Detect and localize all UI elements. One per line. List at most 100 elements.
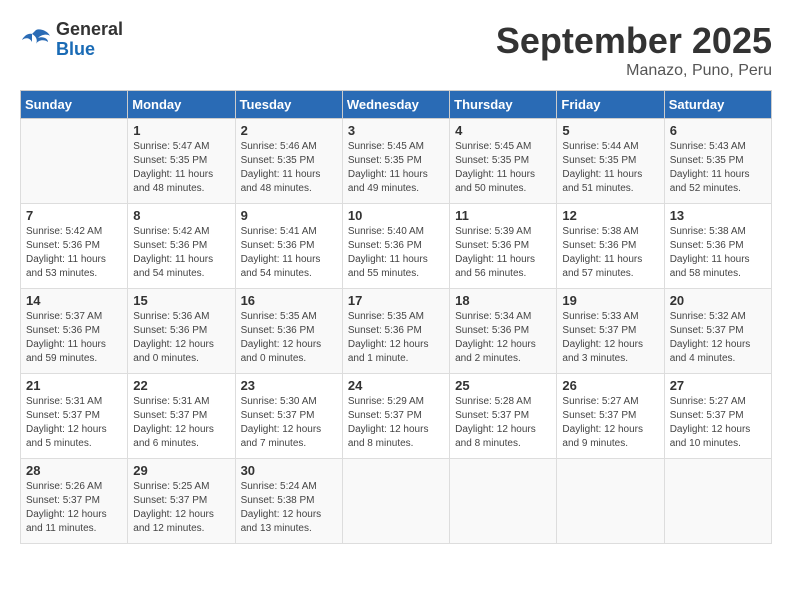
calendar-cell: 3Sunrise: 5:45 AM Sunset: 5:35 PM Daylig… <box>342 119 449 204</box>
calendar-cell: 11 Sunrise: 5:39 AM Sunset: 5:36 PM Dayli… <box>450 204 557 289</box>
header-saturday: Saturday <box>664 91 771 119</box>
page-header: General Blue September 2025 Manazo, Puno… <box>20 20 772 80</box>
calendar-cell <box>664 459 771 544</box>
logo-bird-icon <box>20 26 52 54</box>
day-number: 10 <box>348 208 444 223</box>
header-tuesday: Tuesday <box>235 91 342 119</box>
day-detail: Sunrise: 5:32 AM Sunset: 5:37 PM Dayligh… <box>670 310 766 366</box>
day-detail: Sunrise: 5:27 AM Sunset: 5:37 PM Dayligh… <box>670 395 766 451</box>
calendar-cell: 8 Sunrise: 5:42 AM Sunset: 5:36 PM Daylig… <box>128 204 235 289</box>
day-number: 15 <box>133 293 229 308</box>
calendar-cell: 7 Sunrise: 5:42 AM Sunset: 5:36 PM Daylig… <box>21 204 128 289</box>
calendar-cell: 4 Sunrise: 5:45 AM Sunset: 5:35 PM Daylig… <box>450 119 557 204</box>
calendar-cell <box>557 459 664 544</box>
day-number: 3 <box>348 123 444 138</box>
calendar-cell <box>342 459 449 544</box>
day-number: 27 <box>670 378 766 393</box>
day-number: 8 <box>133 208 229 223</box>
day-number: 23 <box>241 378 337 393</box>
calendar-header-row: SundayMondayTuesdayWednesdayThursdayFrid… <box>21 91 772 119</box>
day-number: 7 <box>26 208 122 223</box>
day-detail: Sunrise: 5:47 AM Sunset: 5:35 PM Dayligh… <box>133 140 229 196</box>
day-detail: Sunrise: 5:28 AM Sunset: 5:37 PM Dayligh… <box>455 395 551 451</box>
day-number: 30 <box>241 463 337 478</box>
day-detail: Sunrise: 5:43 AM Sunset: 5:35 PM Dayligh… <box>670 140 766 196</box>
day-detail: Sunrise: 5:45 AM Sunset: 5:35 PM Dayligh… <box>455 140 551 196</box>
header-sunday: Sunday <box>21 91 128 119</box>
location-subtitle: Manazo, Puno, Peru <box>496 62 772 80</box>
day-number: 22 <box>133 378 229 393</box>
day-detail: Sunrise: 5:41 AM Sunset: 5:36 PM Dayligh… <box>241 225 337 281</box>
month-title: September 2025 <box>496 20 772 62</box>
title-block: September 2025 Manazo, Puno, Peru <box>496 20 772 80</box>
calendar-cell: 26 Sunrise: 5:27 AM Sunset: 5:37 PM Dayli… <box>557 374 664 459</box>
day-detail: Sunrise: 5:37 AM Sunset: 5:36 PM Dayligh… <box>26 310 122 366</box>
day-number: 14 <box>26 293 122 308</box>
calendar-week-0: 1 Sunrise: 5:47 AM Sunset: 5:35 PM Daylig… <box>21 119 772 204</box>
day-detail: Sunrise: 5:30 AM Sunset: 5:37 PM Dayligh… <box>241 395 337 451</box>
day-detail: Sunrise: 5:38 AM Sunset: 5:36 PM Dayligh… <box>562 225 658 281</box>
day-number: 12 <box>562 208 658 223</box>
logo: General Blue <box>20 20 123 60</box>
day-detail: Sunrise: 5:34 AM Sunset: 5:36 PM Dayligh… <box>455 310 551 366</box>
day-detail: Sunrise: 5:31 AM Sunset: 5:37 PM Dayligh… <box>26 395 122 451</box>
header-thursday: Thursday <box>450 91 557 119</box>
calendar-cell: 30Sunrise: 5:24 AM Sunset: 5:38 PM Dayli… <box>235 459 342 544</box>
calendar-cell: 5 Sunrise: 5:44 AM Sunset: 5:35 PM Daylig… <box>557 119 664 204</box>
calendar-cell <box>450 459 557 544</box>
calendar-cell: 6 Sunrise: 5:43 AM Sunset: 5:35 PM Daylig… <box>664 119 771 204</box>
day-number: 13 <box>670 208 766 223</box>
calendar-cell: 17Sunrise: 5:35 AM Sunset: 5:36 PM Dayli… <box>342 289 449 374</box>
calendar-cell: 20 Sunrise: 5:32 AM Sunset: 5:37 PM Dayli… <box>664 289 771 374</box>
day-number: 6 <box>670 123 766 138</box>
calendar-cell: 19 Sunrise: 5:33 AM Sunset: 5:37 PM Dayli… <box>557 289 664 374</box>
logo-text: General Blue <box>56 20 123 60</box>
calendar-cell: 12 Sunrise: 5:38 AM Sunset: 5:36 PM Dayli… <box>557 204 664 289</box>
day-detail: Sunrise: 5:27 AM Sunset: 5:37 PM Dayligh… <box>562 395 658 451</box>
day-number: 19 <box>562 293 658 308</box>
day-detail: Sunrise: 5:42 AM Sunset: 5:36 PM Dayligh… <box>26 225 122 281</box>
calendar-cell: 1 Sunrise: 5:47 AM Sunset: 5:35 PM Daylig… <box>128 119 235 204</box>
calendar-cell: 21Sunrise: 5:31 AM Sunset: 5:37 PM Dayli… <box>21 374 128 459</box>
day-number: 2 <box>241 123 337 138</box>
calendar-cell: 18 Sunrise: 5:34 AM Sunset: 5:36 PM Dayli… <box>450 289 557 374</box>
calendar-cell: 16Sunrise: 5:35 AM Sunset: 5:36 PM Dayli… <box>235 289 342 374</box>
calendar-cell: 13 Sunrise: 5:38 AM Sunset: 5:36 PM Dayli… <box>664 204 771 289</box>
header-monday: Monday <box>128 91 235 119</box>
calendar-cell <box>21 119 128 204</box>
day-detail: Sunrise: 5:33 AM Sunset: 5:37 PM Dayligh… <box>562 310 658 366</box>
calendar-week-2: 14 Sunrise: 5:37 AM Sunset: 5:36 PM Dayli… <box>21 289 772 374</box>
calendar-cell: 15 Sunrise: 5:36 AM Sunset: 5:36 PM Dayli… <box>128 289 235 374</box>
day-number: 25 <box>455 378 551 393</box>
calendar-week-4: 28Sunrise: 5:26 AM Sunset: 5:37 PM Dayli… <box>21 459 772 544</box>
header-wednesday: Wednesday <box>342 91 449 119</box>
day-number: 5 <box>562 123 658 138</box>
day-detail: Sunrise: 5:39 AM Sunset: 5:36 PM Dayligh… <box>455 225 551 281</box>
day-detail: Sunrise: 5:25 AM Sunset: 5:37 PM Dayligh… <box>133 480 229 536</box>
day-detail: Sunrise: 5:36 AM Sunset: 5:36 PM Dayligh… <box>133 310 229 366</box>
day-number: 1 <box>133 123 229 138</box>
day-detail: Sunrise: 5:29 AM Sunset: 5:37 PM Dayligh… <box>348 395 444 451</box>
day-detail: Sunrise: 5:44 AM Sunset: 5:35 PM Dayligh… <box>562 140 658 196</box>
calendar-cell: 25 Sunrise: 5:28 AM Sunset: 5:37 PM Dayli… <box>450 374 557 459</box>
day-number: 20 <box>670 293 766 308</box>
calendar-table: SundayMondayTuesdayWednesdayThursdayFrid… <box>20 90 772 544</box>
day-number: 4 <box>455 123 551 138</box>
day-number: 11 <box>455 208 551 223</box>
day-detail: Sunrise: 5:46 AM Sunset: 5:35 PM Dayligh… <box>241 140 337 196</box>
day-detail: Sunrise: 5:38 AM Sunset: 5:36 PM Dayligh… <box>670 225 766 281</box>
calendar-cell: 24 Sunrise: 5:29 AM Sunset: 5:37 PM Dayli… <box>342 374 449 459</box>
calendar-cell: 28Sunrise: 5:26 AM Sunset: 5:37 PM Dayli… <box>21 459 128 544</box>
day-detail: Sunrise: 5:42 AM Sunset: 5:36 PM Dayligh… <box>133 225 229 281</box>
day-number: 26 <box>562 378 658 393</box>
calendar-cell: 27 Sunrise: 5:27 AM Sunset: 5:37 PM Dayli… <box>664 374 771 459</box>
day-number: 16 <box>241 293 337 308</box>
calendar-cell: 9Sunrise: 5:41 AM Sunset: 5:36 PM Daylig… <box>235 204 342 289</box>
day-number: 18 <box>455 293 551 308</box>
day-number: 28 <box>26 463 122 478</box>
day-number: 24 <box>348 378 444 393</box>
calendar-cell: 29 Sunrise: 5:25 AM Sunset: 5:37 PM Dayli… <box>128 459 235 544</box>
day-detail: Sunrise: 5:35 AM Sunset: 5:36 PM Dayligh… <box>348 310 444 366</box>
day-number: 29 <box>133 463 229 478</box>
calendar-cell: 2 Sunrise: 5:46 AM Sunset: 5:35 PM Daylig… <box>235 119 342 204</box>
